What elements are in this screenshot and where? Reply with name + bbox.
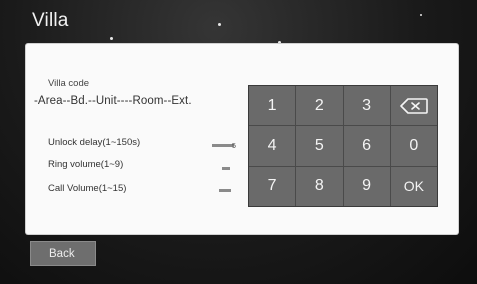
unlock-delay-slider[interactable]: 5 [212, 143, 236, 150]
key-7[interactable]: 7 [249, 166, 296, 206]
backspace-key[interactable] [390, 86, 437, 126]
key-6[interactable]: 6 [343, 126, 390, 166]
key-2[interactable]: 2 [296, 86, 343, 126]
key-3[interactable]: 3 [343, 86, 390, 126]
key-1[interactable]: 1 [249, 86, 296, 126]
background-star [110, 37, 113, 40]
back-button[interactable]: Back [30, 241, 96, 266]
page-title: Villa [32, 10, 69, 31]
backspace-icon [400, 97, 428, 114]
settings-panel: Villa code -Area--Bd.--Unit----Room--Ext… [26, 44, 458, 234]
key-5[interactable]: 5 [296, 126, 343, 166]
key-9[interactable]: 9 [343, 166, 390, 206]
key-8[interactable]: 8 [296, 166, 343, 206]
key-4[interactable]: 4 [249, 126, 296, 166]
key-0[interactable]: 0 [390, 126, 437, 166]
call-volume-label: Call Volume(1~15) [48, 183, 127, 194]
ring-volume-label: Ring volume(1~9) [48, 159, 124, 170]
unlock-delay-value: 5 [232, 143, 236, 150]
ok-key[interactable]: OK [390, 166, 437, 206]
villa-code-label: Villa code [48, 78, 90, 89]
ring-volume-slider[interactable] [222, 167, 230, 170]
background-star [218, 23, 221, 26]
background-star [420, 14, 422, 16]
numeric-keypad: 1 2 3 4 5 6 0 7 8 9 OK [248, 85, 438, 207]
unlock-delay-label: Unlock delay(1~150s) [48, 137, 141, 148]
call-volume-slider[interactable] [219, 189, 231, 192]
villa-code-field[interactable]: -Area--Bd.--Unit----Room--Ext. [34, 95, 192, 107]
